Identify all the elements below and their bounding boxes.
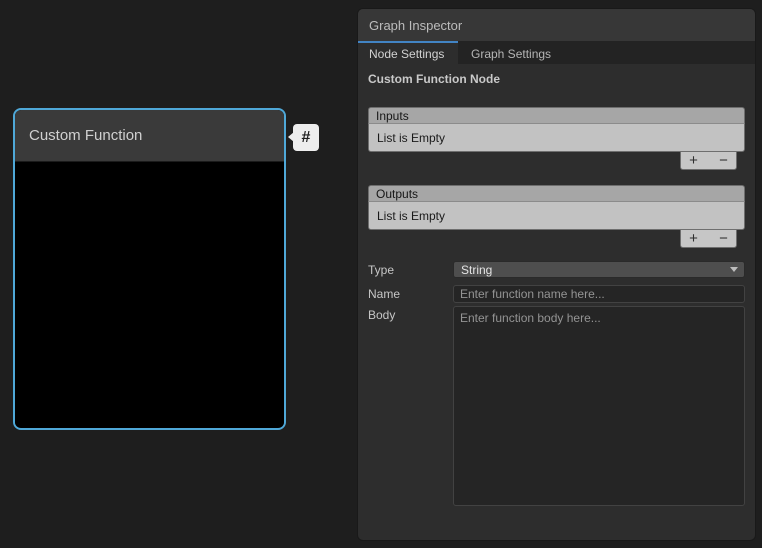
outputs-remove-button[interactable]: − (714, 231, 734, 246)
inputs-remove-button[interactable]: − (714, 153, 734, 168)
outputs-empty-label: List is Empty (377, 209, 445, 223)
tab-graph-settings-label: Graph Settings (471, 47, 551, 61)
body-row: Body (368, 306, 745, 506)
outputs-list-footer: + − (680, 230, 737, 248)
section-title: Custom Function Node (368, 72, 745, 86)
outputs-add-button[interactable]: + (684, 231, 704, 246)
inputs-list-footer: + − (680, 152, 737, 170)
name-row: Name (368, 285, 745, 303)
type-label: Type (368, 261, 453, 278)
custom-function-node[interactable]: Custom Function (13, 108, 286, 430)
tab-graph-settings[interactable]: Graph Settings (458, 41, 564, 64)
node-title-label: Custom Function (29, 127, 142, 144)
inspector-tabbar: Node Settings Graph Settings (358, 41, 755, 64)
inputs-list-header: Inputs (368, 107, 745, 124)
precision-badge[interactable]: # (293, 124, 319, 151)
tab-node-settings-label: Node Settings (369, 47, 444, 61)
name-label: Name (368, 285, 453, 303)
inputs-list-body: List is Empty (368, 124, 745, 152)
type-row: Type String (368, 261, 745, 278)
node-title-bar[interactable]: Custom Function (15, 110, 284, 162)
chevron-down-icon (730, 267, 738, 272)
inspector-content: Custom Function Node Inputs List is Empt… (358, 64, 755, 506)
body-label: Body (368, 306, 453, 506)
inputs-add-button[interactable]: + (684, 153, 704, 168)
function-name-input[interactable] (453, 285, 745, 303)
inputs-header-label: Inputs (376, 109, 409, 123)
outputs-list-header: Outputs (368, 185, 745, 202)
hash-icon: # (302, 129, 311, 147)
panel-title: Graph Inspector (369, 18, 462, 33)
node-body (15, 162, 284, 427)
outputs-header-label: Outputs (376, 187, 418, 201)
type-dropdown-value: String (461, 263, 492, 277)
type-dropdown[interactable]: String (453, 261, 745, 278)
graph-inspector-header[interactable]: Graph Inspector (358, 9, 755, 41)
outputs-list: Outputs List is Empty + − (368, 185, 745, 248)
tab-node-settings[interactable]: Node Settings (358, 41, 458, 64)
inputs-empty-label: List is Empty (377, 131, 445, 145)
graph-inspector-panel: Graph Inspector Node Settings Graph Sett… (357, 8, 756, 541)
outputs-list-body: List is Empty (368, 202, 745, 230)
function-body-textarea[interactable] (453, 306, 745, 506)
inputs-list: Inputs List is Empty + − (368, 107, 745, 170)
